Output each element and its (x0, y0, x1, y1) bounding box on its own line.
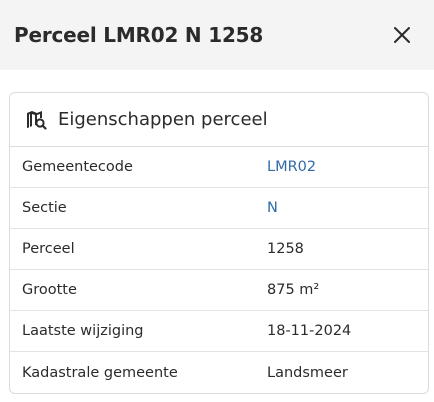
map-search-icon (24, 108, 48, 132)
close-icon (394, 27, 410, 43)
close-button[interactable] (388, 21, 416, 49)
property-label: Sectie (22, 200, 67, 216)
property-row-perceel: Perceel 1258 (10, 229, 428, 270)
property-value: 875 m² (267, 282, 320, 298)
property-label: Kadastrale gemeente (22, 364, 178, 381)
property-row-gemeentecode: Gemeentecode LMR02 (10, 147, 428, 188)
property-label: Perceel (22, 241, 75, 257)
panel-header: Perceel LMR02 N 1258 (0, 0, 434, 70)
properties-card: Eigenschappen perceel Gemeentecode LMR02… (9, 92, 429, 394)
property-value: 18-11-2024 (267, 323, 352, 339)
property-row-grootte: Grootte 875 m² (10, 270, 428, 311)
property-row-kadastrale-gemeente: Kadastrale gemeente Landsmeer (10, 352, 428, 393)
property-row-sectie: Sectie N (10, 188, 428, 229)
panel-title: Perceel LMR02 N 1258 (14, 23, 264, 47)
properties-list: Gemeentecode LMR02 Sectie N Perceel 1258… (10, 147, 428, 393)
sectie-link[interactable]: N (267, 200, 428, 216)
property-row-laatste-wijziging: Laatste wijziging 18-11-2024 (10, 311, 428, 352)
property-label: Gemeentecode (22, 159, 133, 175)
property-label: Laatste wijziging (22, 323, 144, 339)
property-value: Landsmeer (267, 364, 348, 381)
card-header: Eigenschappen perceel (10, 93, 428, 147)
content-area: Eigenschappen perceel Gemeentecode LMR02… (0, 70, 434, 402)
property-value: 1258 (267, 241, 304, 257)
property-label: Grootte (22, 282, 77, 298)
gemeentecode-link[interactable]: LMR02 (267, 159, 428, 175)
card-title: Eigenschappen perceel (58, 109, 268, 130)
